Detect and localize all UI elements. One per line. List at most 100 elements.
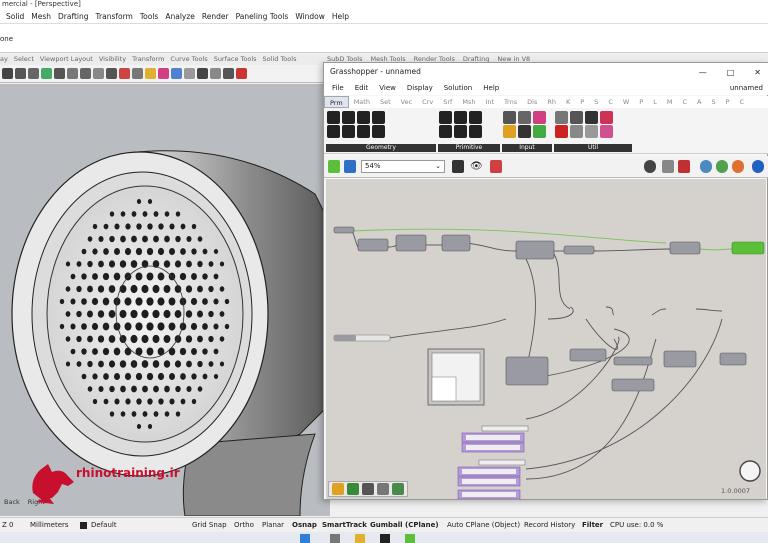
grid-snap-toggle[interactable]: Grid Snap xyxy=(192,521,227,529)
render-preview-icon[interactable] xyxy=(700,160,712,173)
zoom-selected-icon[interactable] xyxy=(80,68,91,79)
auto-cplane-toggle[interactable]: Auto CPlane (Object) xyxy=(447,521,520,529)
save-file-icon[interactable] xyxy=(344,160,356,173)
gh-slider-icon[interactable] xyxy=(503,125,516,138)
gh-circle-icon[interactable] xyxy=(342,111,355,124)
gumball-toggle[interactable]: Gumball (CPlane) xyxy=(370,521,439,529)
pan-icon[interactable] xyxy=(15,68,26,79)
settings-icon[interactable] xyxy=(210,68,221,79)
gh-geometry-icon[interactable] xyxy=(327,111,340,124)
maximize-icon[interactable]: □ xyxy=(727,68,735,77)
gh-bake-icon[interactable] xyxy=(377,483,389,495)
undo-icon[interactable] xyxy=(2,68,13,79)
help-icon[interactable] xyxy=(236,68,247,79)
osnap-toggle[interactable]: Osnap xyxy=(292,521,317,529)
capture-icon[interactable] xyxy=(132,68,143,79)
rhino-app-icon[interactable] xyxy=(380,534,390,543)
gh-component[interactable] xyxy=(357,238,389,252)
menu-render[interactable]: Render xyxy=(202,12,229,21)
zoom-icon[interactable] xyxy=(41,68,52,79)
gh-group-icon[interactable] xyxy=(347,483,359,495)
wire-display-icon[interactable] xyxy=(662,160,674,173)
gh-fitness-icon[interactable] xyxy=(555,111,568,124)
gh-number-icon[interactable] xyxy=(454,111,467,124)
command-area[interactable]: one xyxy=(0,23,768,53)
grasshopper-app-icon[interactable] xyxy=(405,534,415,543)
gh-shader-icon[interactable] xyxy=(469,125,482,138)
tab-visibility[interactable]: Visibility xyxy=(99,55,126,65)
menu-paneling-tools[interactable]: Paneling Tools xyxy=(236,12,289,21)
menu-window[interactable]: Window xyxy=(295,12,325,21)
gh-menu-edit[interactable]: Edit xyxy=(355,84,369,92)
menu-transform[interactable]: Transform xyxy=(96,12,133,21)
planar-toggle[interactable]: Planar xyxy=(262,521,284,529)
close-icon[interactable]: ✕ xyxy=(754,68,761,77)
gh-menu-file[interactable]: File xyxy=(332,84,344,92)
gh-arrow-right-icon[interactable] xyxy=(585,111,598,124)
file-explorer-icon[interactable] xyxy=(355,534,365,543)
gh-component[interactable] xyxy=(395,234,427,252)
gh-menu-help[interactable]: Help xyxy=(483,84,499,92)
gh-cat-m[interactable]: M xyxy=(662,96,678,108)
search-icon[interactable] xyxy=(330,534,340,543)
gh-panel-icon[interactable] xyxy=(503,111,516,124)
gh-cat-s2[interactable]: S xyxy=(706,96,720,108)
gh-cat-display[interactable]: Dis xyxy=(522,96,542,108)
tab-layout[interactable]: ay xyxy=(0,55,8,65)
tab-transform[interactable]: Transform xyxy=(132,55,164,65)
gh-cat-vector[interactable]: Vec xyxy=(396,96,418,108)
gh-cat-p[interactable]: P xyxy=(575,96,589,108)
gh-arrow-icon[interactable] xyxy=(585,125,598,138)
status-layer[interactable]: Default xyxy=(91,521,117,529)
tab-viewport-layout[interactable]: Viewport Layout xyxy=(40,55,93,65)
sphere-icon[interactable] xyxy=(184,68,195,79)
gh-tree-icon[interactable] xyxy=(570,111,583,124)
gh-cat-l[interactable]: L xyxy=(648,96,662,108)
gh-integer-icon[interactable] xyxy=(439,111,452,124)
zoom-extents-icon[interactable] xyxy=(67,68,78,79)
gh-navigation-compass[interactable] xyxy=(739,460,761,482)
gh-flask-icon[interactable] xyxy=(600,125,613,138)
gh-component[interactable] xyxy=(569,348,607,362)
gh-gradient-icon[interactable] xyxy=(533,111,546,124)
gh-cat-curve[interactable]: Crv xyxy=(417,96,438,108)
gh-curve-icon[interactable] xyxy=(357,125,370,138)
color-wheel-icon[interactable] xyxy=(171,68,182,79)
gh-cat-a[interactable]: A xyxy=(692,96,706,108)
status-units[interactable]: Millimeters xyxy=(30,521,69,529)
gh-menu-view[interactable]: View xyxy=(379,84,396,92)
zoom-level-select[interactable]: 54% ⌄ xyxy=(361,160,445,173)
gh-domain-icon[interactable] xyxy=(469,111,482,124)
gh-component[interactable] xyxy=(333,226,355,234)
zoom-extents-icon[interactable] xyxy=(452,160,464,173)
grid-icon[interactable] xyxy=(106,68,117,79)
gh-surface-icon[interactable] xyxy=(372,125,385,138)
gh-box-icon[interactable] xyxy=(372,111,385,124)
gh-cat-s[interactable]: S xyxy=(589,96,603,108)
gh-cat-w[interactable]: W xyxy=(618,96,634,108)
gh-cat-p3[interactable]: P xyxy=(721,96,735,108)
gh-cluster-icon[interactable] xyxy=(362,483,374,495)
gh-cherry-icon[interactable] xyxy=(555,125,568,138)
gh-cat-rhino[interactable]: Rh xyxy=(542,96,561,108)
gh-menu-solution[interactable]: Solution xyxy=(444,84,473,92)
sketch-icon[interactable] xyxy=(490,160,502,173)
gh-cat-intersect[interactable]: Int xyxy=(480,96,499,108)
tab-surface-tools[interactable]: Surface Tools xyxy=(214,55,257,65)
gh-cat-mesh[interactable]: Msh xyxy=(457,96,480,108)
gh-cat-c[interactable]: C xyxy=(603,96,618,108)
light-icon[interactable] xyxy=(145,68,156,79)
gh-component[interactable] xyxy=(611,378,655,392)
gh-component[interactable] xyxy=(515,240,555,260)
perspective-viewport[interactable]: Back Right xyxy=(0,84,330,516)
material-icon[interactable] xyxy=(158,68,169,79)
gh-blank-icon[interactable] xyxy=(570,125,583,138)
gh-cat-c3[interactable]: C xyxy=(735,96,750,108)
gh-paint-icon[interactable] xyxy=(600,111,613,124)
gh-menu-display[interactable]: Display xyxy=(407,84,433,92)
gh-canvas[interactable]: 1.0.0007 xyxy=(326,179,766,499)
viewport-tab-back[interactable]: Back xyxy=(4,498,20,506)
gh-line-icon[interactable] xyxy=(342,125,355,138)
gh-expression-icon[interactable] xyxy=(392,483,404,495)
gh-point-icon[interactable] xyxy=(327,125,340,138)
